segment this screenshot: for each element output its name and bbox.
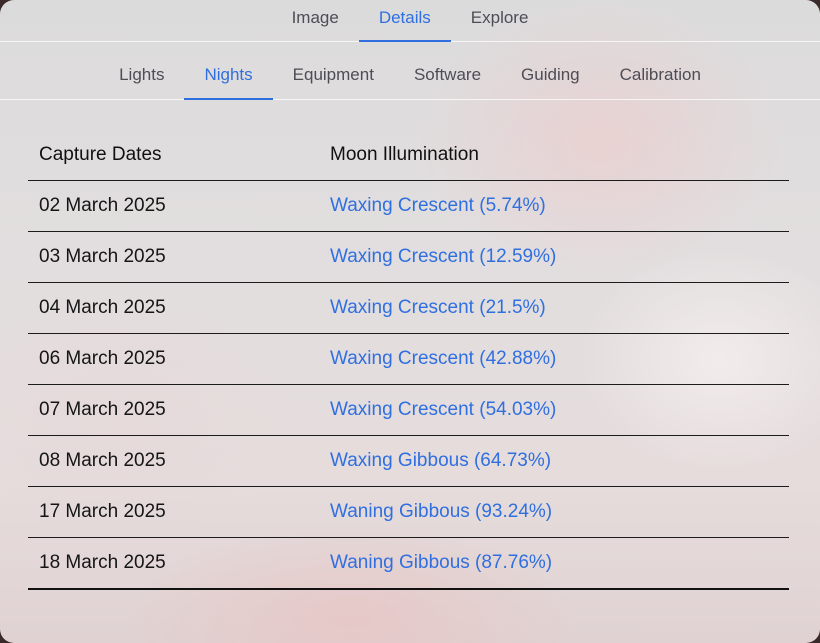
- table-row: 04 March 2025 Waxing Crescent (21.5%): [28, 282, 789, 334]
- tab-explore[interactable]: Explore: [451, 0, 549, 41]
- capture-date: 04 March 2025: [28, 282, 319, 334]
- moon-illumination-link[interactable]: Waxing Gibbous (64.73%): [330, 450, 551, 471]
- capture-date: 07 March 2025: [28, 384, 319, 436]
- tab-guiding[interactable]: Guiding: [501, 42, 600, 99]
- moon-illumination-cell: Waxing Gibbous (64.73%): [319, 435, 789, 487]
- capture-date: 02 March 2025: [28, 180, 319, 232]
- moon-illumination-link[interactable]: Waxing Crescent (54.03%): [330, 399, 556, 420]
- moon-illumination-cell: Waxing Crescent (12.59%): [319, 231, 789, 283]
- tab-nights[interactable]: Nights: [184, 42, 273, 100]
- moon-illumination-link[interactable]: Waning Gibbous (87.76%): [330, 552, 552, 573]
- moon-illumination-link[interactable]: Waxing Crescent (21.5%): [330, 297, 546, 318]
- table-row: 17 March 2025 Waning Gibbous (93.24%): [28, 486, 789, 538]
- moon-illumination-cell: Waxing Crescent (5.74%): [319, 180, 789, 232]
- tab-lights[interactable]: Lights: [99, 42, 184, 99]
- table-row: 18 March 2025 Waning Gibbous (87.76%): [28, 537, 789, 590]
- moon-illumination-cell: Waxing Crescent (21.5%): [319, 282, 789, 334]
- table-row: 06 March 2025 Waxing Crescent (42.88%): [28, 333, 789, 385]
- moon-illumination-cell: Waning Gibbous (93.24%): [319, 486, 789, 538]
- secondary-tab-bar: Lights Nights Equipment Software Guiding…: [0, 42, 820, 100]
- tab-software[interactable]: Software: [394, 42, 501, 99]
- tab-details[interactable]: Details: [358, 0, 451, 42]
- moon-illumination-link[interactable]: Waxing Crescent (12.59%): [330, 246, 556, 267]
- table-row: 08 March 2025 Waxing Gibbous (64.73%): [28, 435, 789, 487]
- tab-calibration[interactable]: Calibration: [600, 42, 721, 99]
- table-row: 03 March 2025 Waxing Crescent (12.59%): [28, 231, 789, 283]
- moon-illumination-link[interactable]: Waning Gibbous (93.24%): [330, 501, 552, 522]
- capture-date: 17 March 2025: [28, 486, 319, 538]
- column-header-moon-illumination: Moon Illumination: [319, 130, 789, 181]
- moon-illumination-cell: Waning Gibbous (87.76%): [319, 537, 789, 590]
- moon-illumination-link[interactable]: Waxing Crescent (5.74%): [330, 195, 546, 216]
- capture-date: 03 March 2025: [28, 231, 319, 283]
- tab-image[interactable]: Image: [272, 0, 359, 41]
- moon-illumination-cell: Waxing Crescent (42.88%): [319, 333, 789, 385]
- nights-table: Capture Dates Moon Illumination 02 March…: [28, 130, 789, 590]
- moon-illumination-cell: Waxing Crescent (54.03%): [319, 384, 789, 436]
- table-row: 02 March 2025 Waxing Crescent (5.74%): [28, 180, 789, 232]
- tab-equipment[interactable]: Equipment: [273, 42, 394, 99]
- primary-tab-bar: Image Details Explore: [0, 0, 820, 42]
- table-header-row: Capture Dates Moon Illumination: [28, 130, 789, 181]
- column-header-capture-dates: Capture Dates: [28, 130, 319, 181]
- table-row: 07 March 2025 Waxing Crescent (54.03%): [28, 384, 789, 436]
- capture-date: 18 March 2025: [28, 537, 319, 590]
- moon-illumination-link[interactable]: Waxing Crescent (42.88%): [330, 348, 556, 369]
- capture-date: 08 March 2025: [28, 435, 319, 487]
- details-panel: Image Details Explore Lights Nights Equi…: [0, 0, 820, 643]
- capture-date: 06 March 2025: [28, 333, 319, 385]
